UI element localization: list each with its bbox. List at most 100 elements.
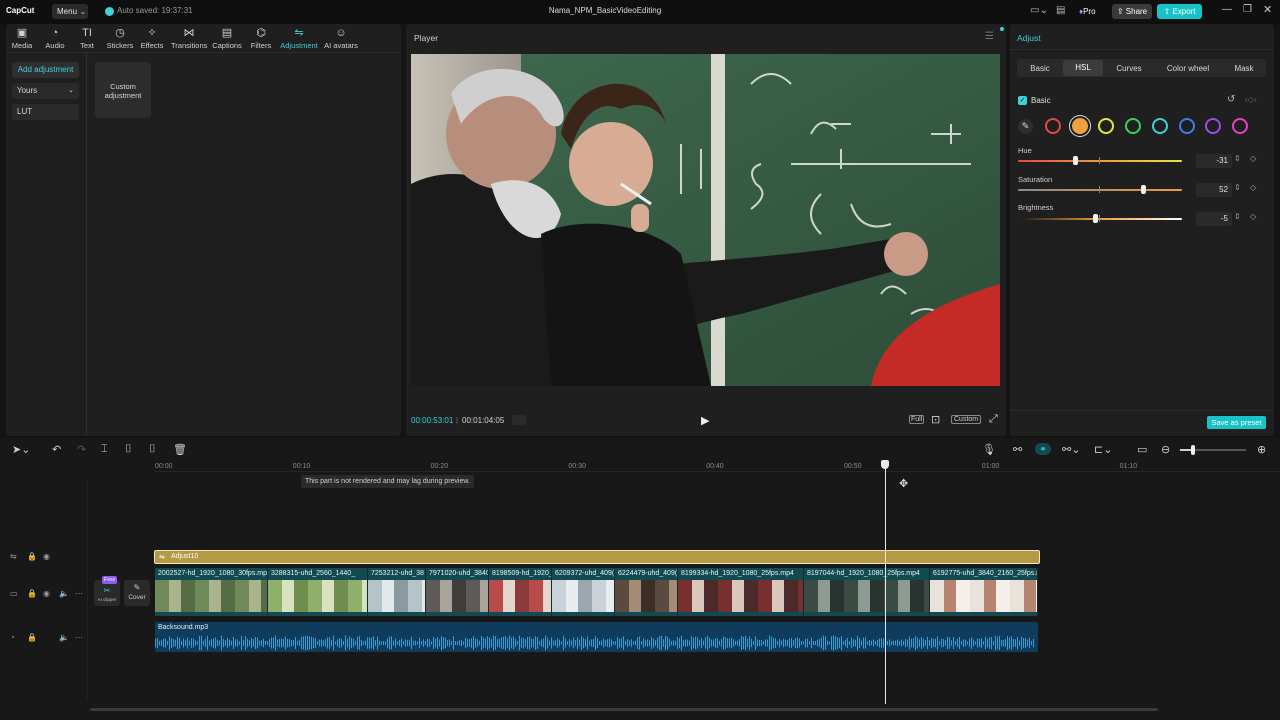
ai-clipper-button[interactable]: Free ✂ AI clipper — [94, 576, 120, 606]
snap-icon[interactable]: ⚯⌄ — [1062, 443, 1080, 456]
brightness-stepper-icon[interactable]: ⇕ — [1234, 212, 1241, 221]
timecode-format-icon[interactable] — [512, 415, 526, 425]
redo-icon[interactable]: ↷ — [77, 443, 86, 456]
eye-icon[interactable]: ◉ — [43, 589, 50, 598]
split-icon[interactable]: ⌶ — [101, 443, 108, 456]
toolbar-text[interactable]: TI Text — [69, 27, 105, 50]
microphone-icon[interactable]: 🎙 — [982, 443, 996, 456]
video-clip[interactable]: 6192775-uhd_3840_2160_25fps.m — [930, 568, 1038, 616]
link-icon[interactable]: ⚯ — [1013, 443, 1022, 456]
playhead-handle[interactable] — [881, 460, 889, 469]
hue-keyframe-icon[interactable]: ◇ — [1250, 154, 1256, 163]
add-adjustment-button[interactable]: Add adjustment — [12, 62, 79, 78]
lock-icon[interactable]: 🔒 — [27, 589, 37, 598]
aspect-ratio-button[interactable]: Custom — [951, 415, 982, 424]
more-icon[interactable]: ⋯ — [75, 633, 83, 642]
close-icon[interactable]: ✕ — [1263, 3, 1272, 16]
video-clip[interactable]: 3288315-uhd_2560_1440_ — [268, 568, 368, 616]
select-tool-icon[interactable]: ➤⌄ — [12, 443, 30, 456]
timeline-scrollbar[interactable] — [90, 708, 1158, 711]
player-menu-icon[interactable]: ☰ — [985, 31, 994, 42]
lut-item[interactable]: LUT — [12, 104, 79, 120]
saturation-keyframe-icon[interactable]: ◇ — [1250, 183, 1256, 192]
brightness-slider[interactable] — [1018, 218, 1182, 220]
color-swatch-5[interactable] — [1151, 118, 1168, 134]
saturation-value[interactable]: 52 — [1196, 183, 1232, 197]
video-clip[interactable]: 8197044-hd_1920_1080_25fps.mp4 — [804, 568, 930, 616]
video-clip[interactable]: 8199334-hd_1920_1080_25fps.mp4 — [678, 568, 804, 616]
magnet-toggle-icon[interactable]: ⚭ — [1035, 443, 1051, 455]
layout-icon[interactable]: ▭⌄ — [1030, 5, 1048, 16]
basic-checkbox[interactable]: ✓ — [1018, 96, 1027, 105]
toolbar-effects[interactable]: ✧ Effects — [134, 27, 170, 50]
fullscreen-icon[interactable]: ⤢ — [989, 413, 998, 426]
video-clip[interactable]: 6209372-uhd_409( — [552, 568, 615, 616]
hue-value[interactable]: -31 — [1196, 154, 1232, 168]
tab-basic[interactable]: Basic — [1017, 64, 1063, 73]
toolbar-audio[interactable]: ◔ Audio — [37, 27, 73, 50]
volume-icon[interactable]: 🔈 — [59, 589, 69, 598]
lock-icon[interactable]: 🔒 — [27, 633, 37, 642]
video-clip[interactable]: 7971020-uhd_3840 — [426, 568, 489, 616]
color-swatch-1[interactable] — [1045, 118, 1061, 134]
eyedropper-icon[interactable]: ✎ — [1018, 119, 1033, 134]
toolbar-stickers[interactable]: ◷ Stickers — [102, 27, 138, 50]
playhead[interactable] — [885, 460, 886, 704]
play-button[interactable]: ▶ — [701, 414, 709, 427]
thumbnail-icon[interactable]: ▭ — [1137, 443, 1147, 456]
video-clip[interactable]: 8198509-hd_1920_ — [489, 568, 552, 616]
cover-button[interactable]: ✎ Cover — [124, 580, 150, 606]
video-clip[interactable]: 7253212-uhd_38 — [368, 568, 426, 616]
color-swatch-8[interactable] — [1231, 118, 1248, 134]
zoom-slider-handle[interactable] — [1191, 445, 1195, 455]
toolbar-media[interactable]: ▣ Media — [4, 27, 40, 50]
tab-hsl[interactable]: HSL — [1063, 60, 1103, 76]
video-clip[interactable]: 6224479-uhd_409( — [615, 568, 678, 616]
color-swatch-4[interactable] — [1125, 118, 1142, 134]
keyframe-nav-icon[interactable]: ‹◇› — [1245, 95, 1256, 104]
video-preview[interactable] — [411, 54, 1000, 386]
custom-adjustment-card[interactable]: Custom adjustment — [95, 62, 151, 118]
lock-icon[interactable]: 🔒 — [27, 552, 37, 561]
full-quality-button[interactable]: Full — [909, 415, 925, 424]
save-as-preset-button[interactable]: Save as preset — [1207, 416, 1266, 429]
shortcuts-icon[interactable]: ▤ — [1056, 5, 1065, 16]
hue-slider[interactable] — [1018, 160, 1182, 162]
split-left-icon[interactable]: ⌷ — [125, 443, 132, 456]
split-right-icon[interactable]: ⌷ — [149, 443, 156, 456]
saturation-slider-handle[interactable] — [1140, 185, 1146, 194]
video-clip[interactable]: 2002527-hd_1920_1080_30fps.mp4 — [155, 568, 268, 616]
toolbar-transitions[interactable]: ⋈ Transitions — [171, 27, 207, 50]
saturation-slider[interactable] — [1018, 189, 1182, 191]
delete-icon[interactable]: 🗑 — [173, 443, 187, 456]
color-swatch-2[interactable] — [1071, 118, 1088, 134]
pro-button[interactable]: ♦Pro — [1079, 7, 1096, 16]
maximize-icon[interactable]: ❐ — [1243, 4, 1252, 15]
export-button[interactable]: ⇧ Export — [1157, 4, 1202, 19]
toolbar-ai-avatars[interactable]: ☺ AI avatars — [322, 27, 360, 50]
adjustment-clip[interactable]: ⇋ Adjust10 — [154, 550, 1040, 564]
tab-color-wheel[interactable]: Color wheel — [1158, 64, 1218, 73]
volume-icon[interactable]: 🔈 — [59, 633, 69, 642]
toolbar-captions[interactable]: ▤ Captions — [209, 27, 245, 50]
brightness-keyframe-icon[interactable]: ◇ — [1250, 212, 1256, 221]
eye-icon[interactable]: ◉ — [43, 552, 50, 561]
tab-mask[interactable]: Mask — [1225, 64, 1263, 73]
more-icon[interactable]: ⋯ — [75, 589, 83, 598]
share-button[interactable]: ⇪ Share — [1112, 4, 1152, 19]
brightness-value[interactable]: -5 — [1196, 212, 1232, 226]
zoom-out-icon[interactable]: ⊖ — [1161, 443, 1170, 456]
toolbar-adjustment[interactable]: ⇋ Adjustment — [280, 27, 318, 50]
snapshot-icon[interactable]: ⊡ — [931, 413, 940, 426]
minimize-icon[interactable]: — — [1222, 4, 1232, 15]
hue-stepper-icon[interactable]: ⇕ — [1234, 154, 1241, 163]
tab-curves[interactable]: Curves — [1107, 64, 1151, 73]
undo-icon[interactable]: ↶ — [52, 443, 61, 456]
hue-slider-handle[interactable] — [1073, 156, 1079, 165]
zoom-in-icon[interactable]: ⊕ — [1257, 443, 1266, 456]
saturation-stepper-icon[interactable]: ⇕ — [1234, 183, 1241, 192]
audio-clip[interactable]: Backsound.mp3 — [155, 622, 1038, 652]
color-swatch-6[interactable] — [1178, 118, 1195, 134]
brightness-slider-handle[interactable] — [1093, 214, 1099, 223]
toolbar-filters[interactable]: ⌬ Filters — [243, 27, 279, 50]
